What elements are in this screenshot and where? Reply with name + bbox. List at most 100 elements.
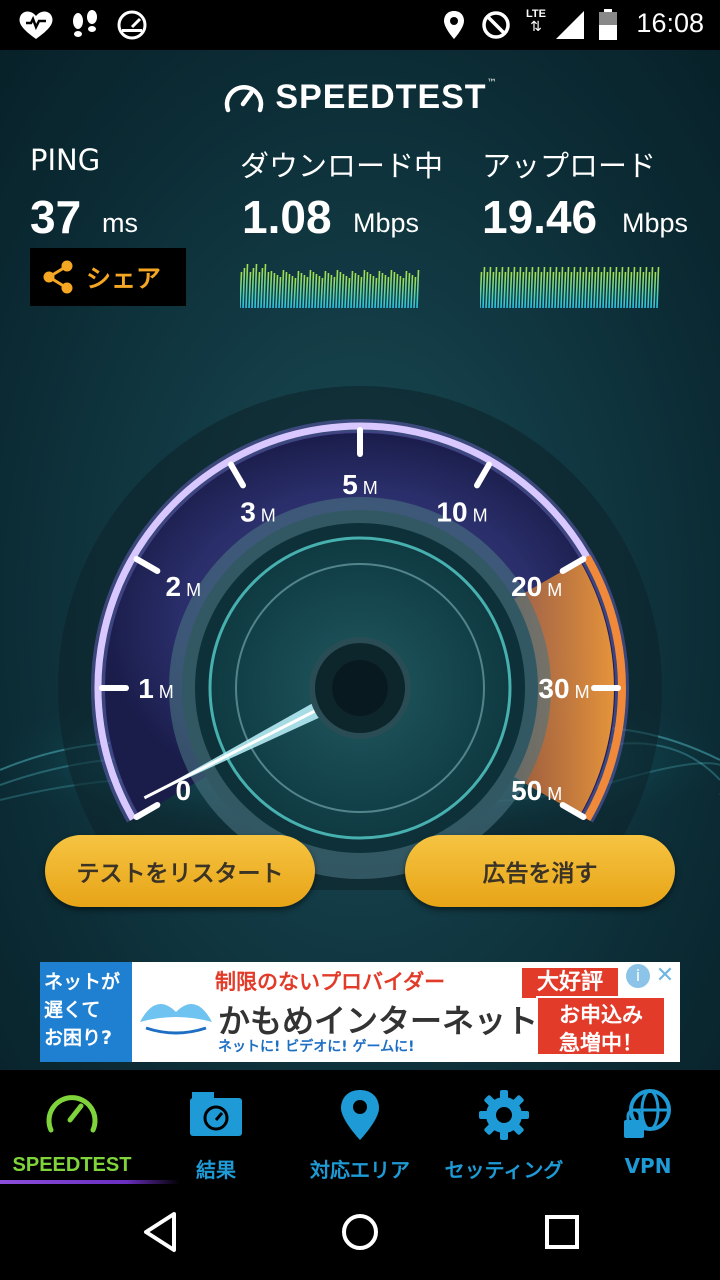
graph-bar bbox=[344, 275, 348, 308]
graph-bar bbox=[497, 271, 501, 308]
graph-bar bbox=[356, 274, 360, 308]
gear-icon bbox=[479, 1090, 529, 1140]
graph-bar bbox=[254, 263, 258, 308]
graph-bar bbox=[416, 269, 420, 308]
results-folder-icon bbox=[190, 1092, 242, 1136]
graph-bar bbox=[287, 273, 291, 308]
graph-bar bbox=[296, 270, 300, 308]
restart-test-button[interactable]: テストをリスタート bbox=[45, 835, 315, 907]
graph-bar bbox=[629, 271, 633, 308]
graph-bar bbox=[653, 271, 657, 308]
upload-graph bbox=[480, 266, 660, 308]
graph-bar bbox=[332, 276, 336, 308]
speedtest-app: SPEEDTEST™ PING 37 ms ダウンロード中 1.08 Mbps … bbox=[0, 50, 720, 1070]
ping-value: 37 bbox=[30, 191, 82, 243]
graph-bar bbox=[572, 266, 576, 308]
graph-bar bbox=[305, 276, 309, 308]
graph-bar bbox=[533, 271, 537, 308]
graph-bar bbox=[365, 271, 369, 308]
graph-bar bbox=[248, 271, 252, 308]
graph-bar bbox=[263, 263, 267, 308]
share-label: シェア bbox=[86, 264, 162, 293]
graph-bar bbox=[545, 271, 549, 308]
graph-bar bbox=[272, 272, 276, 308]
graph-bar bbox=[413, 276, 417, 308]
graph-bar bbox=[650, 266, 654, 308]
upload-unit: Mbps bbox=[622, 208, 689, 238]
ad-badge-line: お申込み bbox=[559, 1003, 643, 1027]
clock-time: 16:08 bbox=[636, 8, 704, 38]
ad-side-line: お困り? bbox=[44, 1027, 113, 1049]
graph-bar bbox=[362, 269, 366, 308]
graph-bar bbox=[623, 271, 627, 308]
share-button[interactable]: シェア bbox=[30, 248, 186, 306]
graph-bar bbox=[605, 271, 609, 308]
nav-item-speedtest[interactable]: SPEEDTEST bbox=[0, 1070, 180, 1186]
graph-bar bbox=[488, 266, 492, 308]
graph-bar bbox=[326, 272, 330, 308]
graph-bar bbox=[518, 266, 522, 308]
graph-bar bbox=[530, 266, 534, 308]
graph-bar bbox=[368, 273, 372, 308]
nav-label: VPN bbox=[624, 1154, 672, 1178]
graph-bar bbox=[392, 271, 396, 308]
graph-bar bbox=[281, 269, 285, 308]
home-icon[interactable] bbox=[340, 1210, 380, 1254]
graph-bar bbox=[569, 271, 573, 308]
nav-item-results[interactable]: 結果 bbox=[144, 1070, 288, 1186]
nav-item-coverage[interactable]: 対応エリア bbox=[288, 1070, 432, 1186]
back-icon[interactable] bbox=[140, 1210, 180, 1254]
graph-bar bbox=[314, 273, 318, 308]
speedtest-logo-icon bbox=[225, 84, 264, 112]
graph-bar bbox=[386, 276, 390, 308]
speedtest-logo: SPEEDTEST™ bbox=[0, 78, 720, 117]
status-bar: LTE ⇅ 16:08 bbox=[0, 0, 720, 50]
graph-bar bbox=[554, 266, 558, 308]
ad-close-icon[interactable]: ✕ bbox=[652, 964, 678, 990]
graph-bar bbox=[240, 271, 243, 308]
graph-bar bbox=[395, 273, 399, 308]
seagull-logo-icon bbox=[140, 1004, 212, 1035]
remove-ads-button[interactable]: 広告を消す bbox=[405, 835, 675, 907]
graph-bar bbox=[278, 276, 282, 308]
signal-icon bbox=[556, 11, 584, 39]
graph-bar bbox=[602, 266, 606, 308]
graph-bar bbox=[290, 275, 294, 308]
ad-banner[interactable]: ネットが 遅くて お困り? 制限のないプロバイダー かもめインターネット ネット… bbox=[40, 962, 680, 1062]
nav-item-settings[interactable]: セッティング bbox=[432, 1070, 576, 1186]
location-icon bbox=[444, 11, 464, 39]
graph-bar bbox=[644, 266, 648, 308]
nav-label: セッティング bbox=[444, 1158, 564, 1182]
nav-item-vpn[interactable]: VPN bbox=[576, 1070, 720, 1186]
graph-bar bbox=[335, 269, 339, 308]
download-value: 1.08 bbox=[242, 191, 332, 243]
graph-bar bbox=[480, 271, 483, 308]
graph-bar bbox=[632, 266, 636, 308]
ad-info-icon[interactable]: i bbox=[626, 964, 650, 988]
download-label: ダウンロード中 bbox=[240, 149, 444, 183]
graph-bar bbox=[494, 266, 498, 308]
graph-bar bbox=[275, 274, 279, 308]
graph-bar bbox=[359, 276, 363, 308]
speed-gauge: 01 M2 M3 M5 M10 M20 M30 M50 M bbox=[58, 386, 662, 890]
graph-bar bbox=[575, 271, 579, 308]
ad-headline: 制限のないプロバイダー bbox=[215, 970, 446, 994]
graph-bar bbox=[338, 271, 342, 308]
graph-bar bbox=[521, 271, 525, 308]
graph-bar bbox=[614, 266, 618, 308]
vpn-lock-globe-icon bbox=[624, 1089, 671, 1138]
graph-bar bbox=[380, 272, 384, 308]
battery-icon bbox=[599, 9, 617, 40]
graph-bar bbox=[407, 272, 411, 308]
graph-bar bbox=[260, 267, 264, 308]
bottom-navigation: SPEEDTEST 結果 対応エリア セッティング VPN bbox=[0, 1070, 720, 1186]
graph-bar bbox=[350, 270, 354, 308]
upload-value: 19.46 bbox=[482, 191, 598, 243]
graph-bar bbox=[509, 271, 513, 308]
recents-icon[interactable] bbox=[542, 1210, 582, 1254]
graph-bar bbox=[374, 277, 378, 308]
graph-bar bbox=[647, 271, 651, 308]
graph-bar bbox=[500, 266, 504, 308]
graph-bar bbox=[266, 271, 270, 308]
graph-bar bbox=[503, 271, 507, 308]
